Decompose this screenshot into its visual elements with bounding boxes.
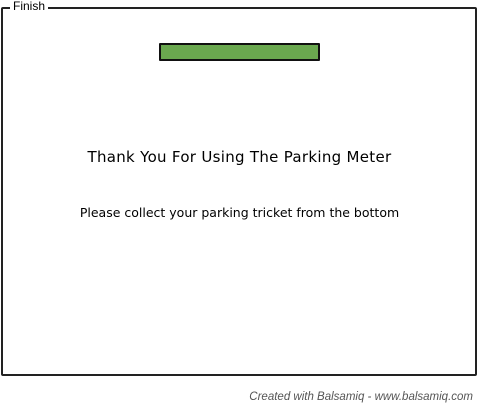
thank-you-heading: Thank You For Using The Parking Meter bbox=[87, 148, 392, 166]
window-title: Finish bbox=[10, 0, 49, 12]
balsamiq-credit: Created with Balsamiq - www.balsamiq.com bbox=[249, 391, 473, 403]
progress-bar bbox=[159, 43, 320, 61]
collect-ticket-message: Please collect your parking tricket from… bbox=[79, 205, 400, 220]
progress-bar-fill bbox=[161, 45, 318, 59]
finish-window bbox=[1, 7, 477, 376]
